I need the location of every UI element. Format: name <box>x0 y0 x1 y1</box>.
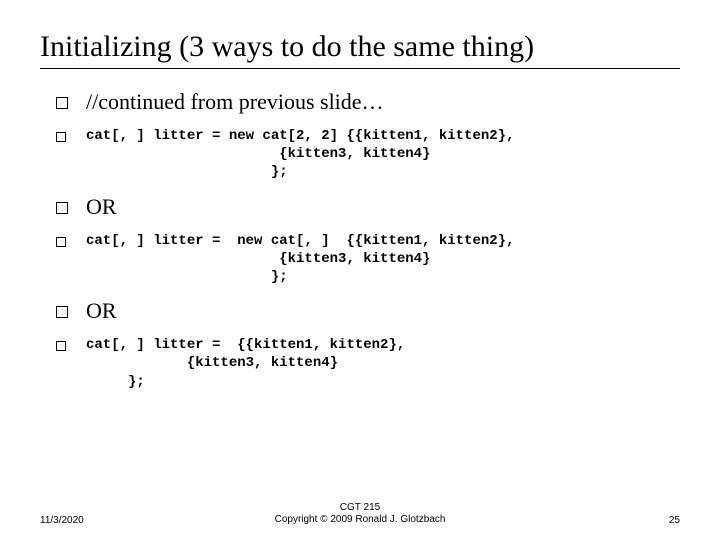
footer-page-number: 25 <box>669 515 680 526</box>
bullet-item: OR <box>56 194 680 220</box>
code-block: cat[, ] litter = {{kitten1, kitten2}, {k… <box>86 336 405 391</box>
code-block: cat[, ] litter = new cat[2, 2] {{kitten1… <box>86 127 514 182</box>
footer-date: 11/3/2020 <box>40 515 84 526</box>
bullet-text: //continued from previous slide… <box>86 89 384 115</box>
bullet-item: cat[, ] litter = new cat[, ] {{kitten1, … <box>56 232 680 287</box>
code-block: cat[, ] litter = new cat[, ] {{kitten1, … <box>86 232 514 287</box>
square-bullet-icon <box>56 341 66 351</box>
bullet-item: //continued from previous slide… <box>56 89 680 115</box>
footer-course: CGT 215 <box>340 502 380 513</box>
bullet-text: OR <box>86 194 117 220</box>
footer-copyright: Copyright © 2009 Ronald J. Glotzbach <box>275 514 446 525</box>
bullet-item: cat[, ] litter = new cat[2, 2] {{kitten1… <box>56 127 680 182</box>
slide-title: Initializing (3 ways to do the same thin… <box>40 30 680 69</box>
square-bullet-icon <box>56 97 68 109</box>
bullet-text: OR <box>86 298 117 324</box>
footer-center: CGT 215 Copyright © 2009 Ronald J. Glotz… <box>0 502 720 526</box>
square-bullet-icon <box>56 202 68 214</box>
bullet-item: OR <box>56 298 680 324</box>
square-bullet-icon <box>56 132 66 142</box>
slide: Initializing (3 ways to do the same thin… <box>0 0 720 391</box>
footer: 11/3/2020 CGT 215 Copyright © 2009 Ronal… <box>0 502 720 526</box>
bullet-item: cat[, ] litter = {{kitten1, kitten2}, {k… <box>56 336 680 391</box>
square-bullet-icon <box>56 237 66 247</box>
square-bullet-icon <box>56 306 68 318</box>
bullet-list: //continued from previous slide… cat[, ]… <box>40 89 680 391</box>
